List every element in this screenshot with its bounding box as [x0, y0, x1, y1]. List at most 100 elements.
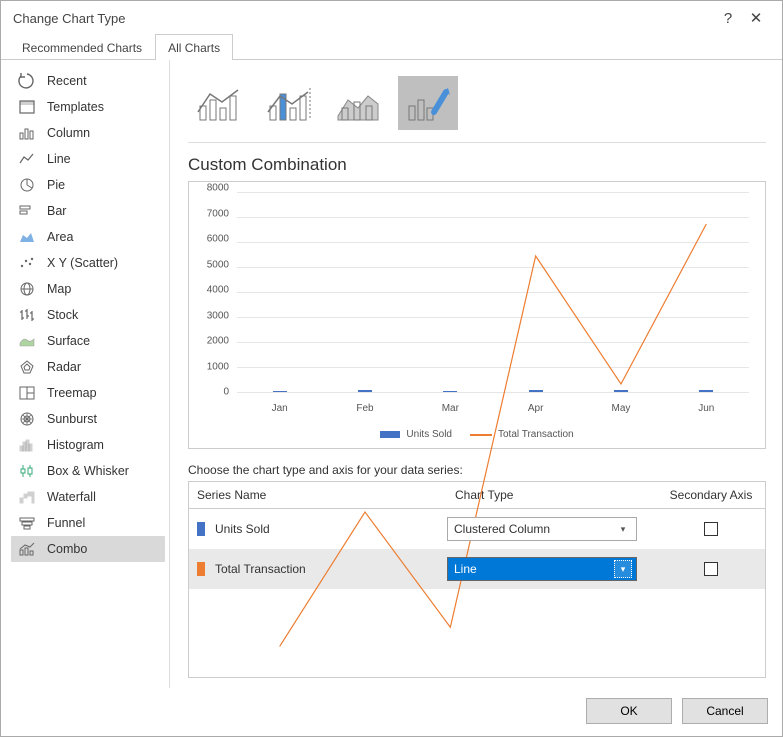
series-swatch: [197, 562, 205, 576]
chart-preview: 0 1000 2000 3000 4000 5000 6000 7000 8000 JanFeb…: [188, 181, 766, 449]
sidebar-item-waterfall[interactable]: Waterfall: [11, 484, 165, 510]
sidebar-item-bar[interactable]: Bar: [11, 198, 165, 224]
stock-icon: [17, 306, 37, 324]
y-tick-label: 1000: [207, 361, 229, 372]
y-tick-label: 2000: [207, 336, 229, 347]
y-tick-label: 6000: [207, 234, 229, 245]
sidebar-item-label: Templates: [47, 100, 104, 114]
chart-type-select-total-transaction[interactable]: Line ▾: [447, 557, 637, 581]
close-button[interactable]: ✕: [742, 9, 770, 27]
y-tick-label: 8000: [207, 183, 229, 194]
line-icon: [17, 150, 37, 168]
dialog-title: Change Chart Type: [13, 11, 714, 26]
ok-button[interactable]: OK: [586, 698, 672, 724]
y-tick-label: 0: [223, 387, 229, 398]
x-tick-label: Apr: [493, 403, 578, 414]
sidebar-item-treemap[interactable]: Treemap: [11, 380, 165, 406]
combo-subtype-custom[interactable]: [398, 76, 458, 130]
x-tick-label: Feb: [322, 403, 407, 414]
sidebar-item-label: Area: [47, 230, 73, 244]
x-tick-label: May: [578, 403, 663, 414]
scatter-icon: [17, 254, 37, 272]
y-tick-label: 5000: [207, 259, 229, 270]
combo-icon: [17, 540, 37, 558]
sidebar-item-label: Treemap: [47, 386, 97, 400]
recent-icon: [17, 72, 37, 90]
sidebar-item-histogram[interactable]: Histogram: [11, 432, 165, 458]
combo-subtype-2[interactable]: [258, 76, 318, 130]
radar-icon: [17, 358, 37, 376]
sidebar-item-combo[interactable]: Combo: [11, 536, 165, 562]
dialog-footer: OK Cancel: [1, 688, 782, 736]
sidebar-item-column[interactable]: Column: [11, 120, 165, 146]
sidebar-item-label: X Y (Scatter): [47, 256, 118, 270]
surface-icon: [17, 332, 37, 350]
legend-swatch-line: [470, 434, 492, 436]
sidebar-item-label: Funnel: [47, 516, 85, 530]
x-tick-label: Jan: [237, 403, 322, 414]
sidebar-item-scatter[interactable]: X Y (Scatter): [11, 250, 165, 276]
help-button[interactable]: ?: [714, 10, 742, 27]
funnel-icon: [17, 514, 37, 532]
chart-type-select-units-sold[interactable]: Clustered Column ▾: [447, 517, 637, 541]
sidebar-item-label: Recent: [47, 74, 87, 88]
waterfall-icon: [17, 488, 37, 506]
sidebar-item-label: Pie: [47, 178, 65, 192]
sidebar-item-label: Map: [47, 282, 71, 296]
column-icon: [17, 124, 37, 142]
y-tick-label: 7000: [207, 208, 229, 219]
map-icon: [17, 280, 37, 298]
sidebar-item-templates[interactable]: Templates: [11, 94, 165, 120]
sidebar-item-pie[interactable]: Pie: [11, 172, 165, 198]
sidebar-item-recent[interactable]: Recent: [11, 68, 165, 94]
sidebar-item-funnel[interactable]: Funnel: [11, 510, 165, 536]
x-tick-label: Mar: [408, 403, 493, 414]
chevron-down-icon: ▾: [614, 560, 632, 578]
sidebar-item-label: Surface: [47, 334, 90, 348]
combo-subtype-1[interactable]: [188, 76, 248, 130]
x-tick-label: Jun: [664, 403, 749, 414]
legend-item-line: Total Transaction: [470, 429, 574, 440]
chart-type-sidebar: Recent Templates Column Line Pie Bar Are…: [1, 60, 169, 688]
sidebar-item-label: Sunburst: [47, 412, 97, 426]
chevron-down-icon: ▾: [614, 520, 632, 538]
sidebar-item-radar[interactable]: Radar: [11, 354, 165, 380]
boxwhisker-icon: [17, 462, 37, 480]
sidebar-item-label: Combo: [47, 542, 87, 556]
sidebar-item-stock[interactable]: Stock: [11, 302, 165, 328]
sidebar-item-label: Column: [47, 126, 90, 140]
series-swatch: [197, 522, 205, 536]
sidebar-item-label: Stock: [47, 308, 78, 322]
legend-item-bar: Units Sold: [380, 429, 452, 440]
histogram-icon: [17, 436, 37, 454]
bar-icon: [17, 202, 37, 220]
pie-icon: [17, 176, 37, 194]
sidebar-item-label: Box & Whisker: [47, 464, 129, 478]
tab-recommended-charts[interactable]: Recommended Charts: [9, 34, 155, 60]
sidebar-item-label: Histogram: [47, 438, 104, 452]
y-tick-label: 4000: [207, 285, 229, 296]
content-panel: Custom Combination 0 1000 2000 3000 4000 5000…: [169, 60, 782, 688]
sidebar-item-label: Radar: [47, 360, 81, 374]
sidebar-item-surface[interactable]: Surface: [11, 328, 165, 354]
cancel-button[interactable]: Cancel: [682, 698, 768, 724]
sunburst-icon: [17, 410, 37, 428]
legend-swatch-bar: [380, 431, 400, 438]
sidebar-item-line[interactable]: Line: [11, 146, 165, 172]
sidebar-item-map[interactable]: Map: [11, 276, 165, 302]
combo-subtype-3[interactable]: [328, 76, 388, 130]
sidebar-item-label: Line: [47, 152, 71, 166]
tab-all-charts[interactable]: All Charts: [155, 34, 233, 60]
combo-subtype-row: [188, 72, 766, 143]
tab-strip: Recommended Charts All Charts: [1, 33, 782, 60]
titlebar: Change Chart Type ? ✕: [1, 1, 782, 33]
sidebar-item-boxwhisker[interactable]: Box & Whisker: [11, 458, 165, 484]
sidebar-item-label: Bar: [47, 204, 66, 218]
sidebar-item-label: Waterfall: [47, 490, 96, 504]
sidebar-item-area[interactable]: Area: [11, 224, 165, 250]
y-tick-label: 3000: [207, 310, 229, 321]
area-icon: [17, 228, 37, 246]
templates-icon: [17, 98, 37, 116]
section-title: Custom Combination: [188, 155, 766, 175]
sidebar-item-sunburst[interactable]: Sunburst: [11, 406, 165, 432]
